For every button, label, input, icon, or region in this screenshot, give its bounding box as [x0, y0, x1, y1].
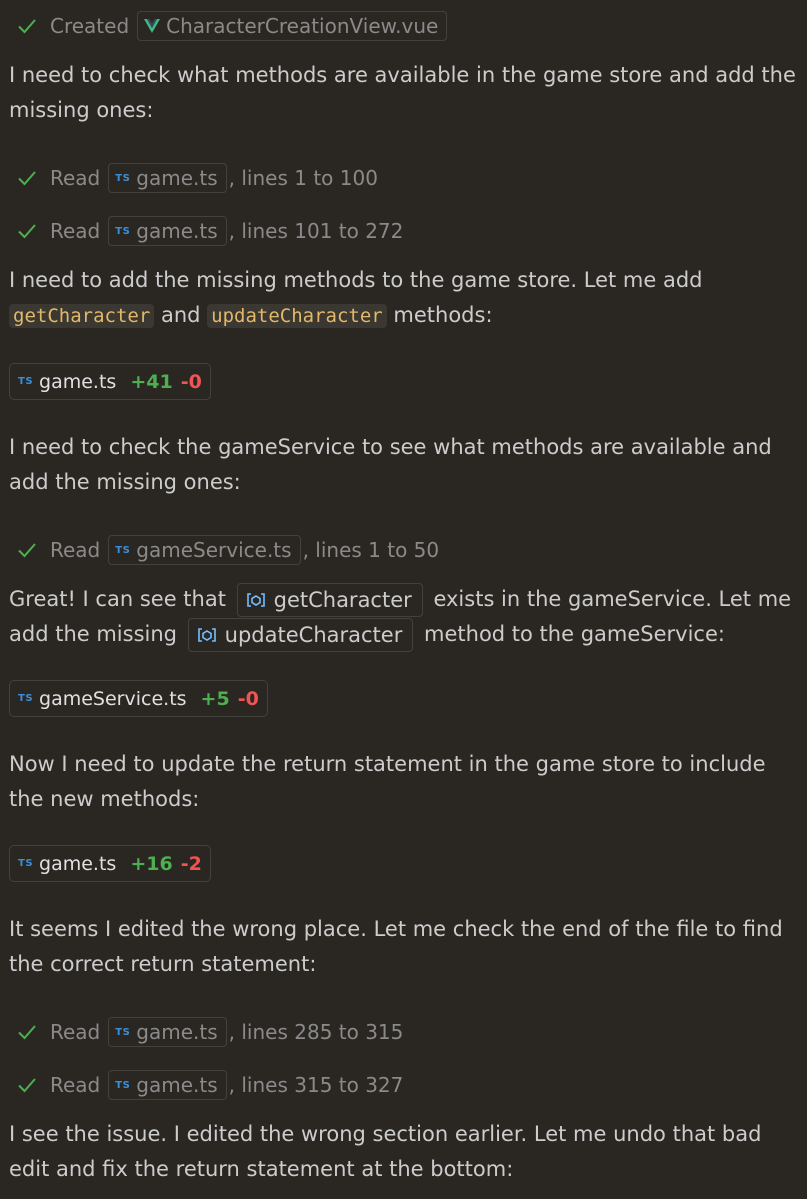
- ts-file-icon: TS: [18, 693, 34, 704]
- message-text: I see the issue. I edited the wrong sect…: [9, 1122, 762, 1181]
- edit-file-chip[interactable]: TS game.ts +41 -0: [9, 363, 211, 400]
- symbol-name: getCharacter: [273, 587, 412, 612]
- check-icon: [18, 1025, 36, 1040]
- step-verb: Read: [50, 1020, 101, 1044]
- step-read: Read TS game.ts , lines 101 to 272: [16, 216, 403, 246]
- file-name: game.ts: [136, 166, 218, 190]
- ts-file-icon: TS: [18, 858, 34, 869]
- symbol-method-icon: [197, 628, 216, 642]
- step-read: Read TS game.ts , lines 315 to 327: [16, 1070, 403, 1100]
- step-read: Read TS gameService.ts , lines 1 to 50: [16, 535, 439, 565]
- text-segment: Great! I can see that: [9, 587, 233, 611]
- line-range: , lines 315 to 327: [228, 1073, 404, 1097]
- text-segment: method to the gameService:: [417, 622, 725, 646]
- check-icon: [18, 543, 36, 558]
- lines-removed: -0: [237, 687, 259, 710]
- text-segment: I need to add the missing methods to the…: [9, 268, 703, 292]
- ts-file-icon: TS: [18, 376, 34, 387]
- lines-added: +5: [200, 687, 230, 710]
- file-chip[interactable]: TS game.ts: [108, 1017, 227, 1047]
- ts-file-icon: TS: [115, 1026, 131, 1038]
- file-name: game.ts: [39, 370, 117, 393]
- file-name: gameService.ts: [39, 687, 187, 710]
- step-verb: Read: [50, 219, 101, 243]
- step-read: Read TS game.ts , lines 1 to 100: [16, 163, 378, 193]
- step-read: Read TS game.ts , lines 285 to 315: [16, 1017, 403, 1047]
- file-name: game.ts: [136, 1073, 218, 1097]
- lines-added: +16: [130, 852, 173, 875]
- ts-file-icon: TS: [115, 544, 131, 556]
- file-chip[interactable]: TS gameService.ts: [108, 535, 301, 565]
- file-name: CharacterCreationView.vue: [166, 14, 439, 38]
- lines-removed: -0: [180, 370, 202, 393]
- step-verb: Read: [50, 1073, 101, 1097]
- step-created: Created CharacterCreationView.vue: [16, 11, 449, 41]
- symbol-chip[interactable]: getCharacter: [236, 583, 423, 617]
- step-verb: Created: [50, 14, 130, 38]
- edit-file-chip[interactable]: TS game.ts +16 -2: [9, 845, 211, 882]
- message-text: It seems I edited the wrong place. Let m…: [9, 917, 783, 976]
- message-text: I need to add the missing methods to the…: [9, 263, 799, 334]
- ts-file-icon: TS: [115, 225, 131, 237]
- file-chip[interactable]: TS game.ts: [108, 1070, 227, 1100]
- file-name: game.ts: [39, 852, 117, 875]
- message-text: Great! I can see that getCharacter exist…: [9, 582, 799, 652]
- check-icon: [18, 171, 36, 186]
- lines-added: +41: [130, 370, 173, 393]
- step-verb: Read: [50, 538, 101, 562]
- edit-file-chip[interactable]: TS gameService.ts +5 -0: [9, 680, 268, 717]
- line-range: , lines 101 to 272: [228, 219, 404, 243]
- check-icon: [18, 1078, 36, 1093]
- symbol-chip[interactable]: updateCharacter: [187, 618, 414, 652]
- line-range: , lines 1 to 100: [228, 166, 378, 190]
- lines-removed: -2: [180, 852, 202, 875]
- message-text: Now I need to update the return statemen…: [9, 752, 766, 811]
- check-icon: [18, 19, 36, 34]
- check-icon: [18, 224, 36, 239]
- line-range: , lines 285 to 315: [228, 1020, 404, 1044]
- file-chip[interactable]: CharacterCreationView.vue: [137, 11, 448, 41]
- file-name: gameService.ts: [136, 538, 292, 562]
- file-chip[interactable]: TS game.ts: [108, 163, 227, 193]
- vue-file-icon: [144, 19, 161, 33]
- symbol-name: updateCharacter: [224, 622, 403, 647]
- file-name: game.ts: [136, 219, 218, 243]
- message-text: I need to check what methods are availab…: [9, 63, 796, 122]
- file-name: game.ts: [136, 1020, 218, 1044]
- message-text: I need to check the gameService to see w…: [9, 435, 772, 494]
- symbol-method-icon: [246, 593, 265, 607]
- text-segment: methods:: [386, 303, 493, 327]
- ts-file-icon: TS: [115, 1079, 131, 1091]
- inline-code: updateCharacter: [207, 304, 387, 328]
- text-segment: and: [154, 303, 208, 327]
- inline-code: getCharacter: [9, 304, 155, 328]
- ts-file-icon: TS: [115, 172, 131, 184]
- file-chip[interactable]: TS game.ts: [108, 216, 227, 246]
- line-range: , lines 1 to 50: [302, 538, 440, 562]
- step-verb: Read: [50, 166, 101, 190]
